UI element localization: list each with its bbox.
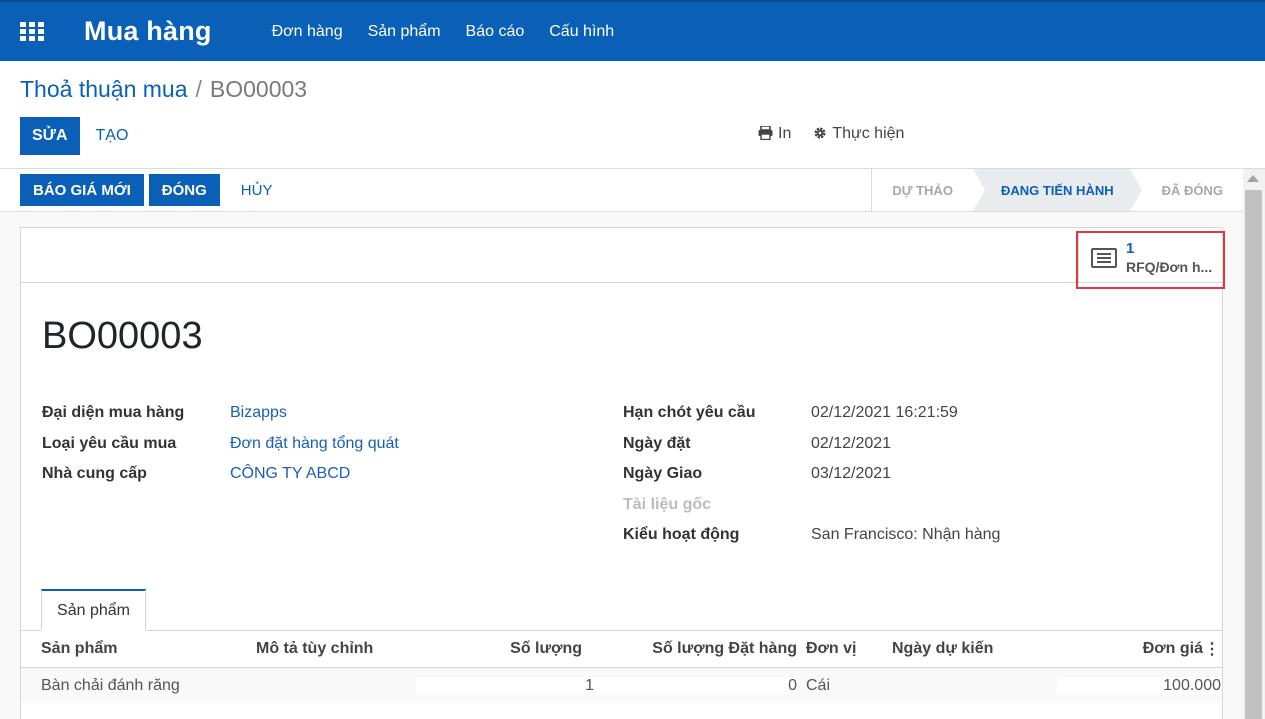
smart-button-box: 1 RFQ/Đơn h...: [21, 228, 1222, 283]
breadcrumb-parent-link[interactable]: Thoả thuận mua: [20, 76, 188, 103]
create-button[interactable]: TẠO: [84, 117, 141, 155]
top-navbar: Mua hàng Đơn hàng Sản phẩm Báo cáo Cấu h…: [0, 0, 1265, 61]
stage-draft[interactable]: DỰ THẢO: [872, 169, 973, 211]
field-label: Kiểu hoạt động: [623, 526, 740, 544]
menu-item-orders[interactable]: Đơn hàng: [272, 23, 343, 41]
edit-button[interactable]: SỬA: [20, 117, 80, 155]
deadline-value: 02/12/2021 16:21:59: [811, 404, 958, 422]
column-header-ordered-quantity[interactable]: Số lượng Đặt hàng: [582, 640, 797, 658]
status-stages: DỰ THẢO ĐANG TIẾN HÀNH ĐÃ ĐÓNG: [871, 169, 1243, 211]
left-field-group: Đại diện mua hàng Bizapps Loại yêu cầu m…: [42, 398, 399, 490]
column-header-quantity[interactable]: Số lượng: [416, 640, 582, 658]
representative-link[interactable]: Bizapps: [230, 404, 287, 422]
field-operation-type: Kiểu hoạt động San Francisco: Nhận hàng: [623, 520, 1000, 551]
column-header-unit-price[interactable]: Đơn giá: [1057, 640, 1203, 658]
scroll-up-arrow-icon[interactable]: [1247, 175, 1259, 182]
field-label: Nhà cung cấp: [42, 465, 147, 483]
field-purchase-representative: Đại diện mua hàng Bizapps: [42, 398, 399, 429]
field-deadline: Hạn chót yêu cầu 02/12/2021 16:21:59: [623, 398, 1000, 429]
form-sheet: 1 RFQ/Đơn h... BO00003 Đại diện mua hàng…: [20, 227, 1223, 719]
main-menu: Đơn hàng Sản phẩm Báo cáo Cấu hình: [272, 23, 640, 41]
print-label: In: [778, 125, 792, 142]
statusbar-buttons: BÁO GIÁ MỚI ĐÓNG HỦY: [20, 174, 284, 206]
right-field-group: Hạn chót yêu cầu 02/12/2021 16:21:59 Ngà…: [623, 398, 1000, 551]
field-source-document: Tài liệu gốc: [623, 490, 1000, 521]
breadcrumb-separator: /: [195, 76, 202, 102]
order-date-value: 02/12/2021: [811, 434, 892, 452]
product-lines-table: Sản phẩm Mô tả tùy chỉnh Số lượng Số lượ…: [21, 631, 1222, 703]
table-header: Sản phẩm Mô tả tùy chỉnh Số lượng Số lượ…: [21, 631, 1222, 668]
menu-item-reports[interactable]: Báo cáo: [466, 23, 525, 41]
delivery-date-value: 03/12/2021: [811, 465, 892, 483]
action-menus: In Thực hiện: [758, 124, 926, 143]
print-icon: [758, 124, 773, 143]
field-label: Ngày đặt: [623, 434, 691, 452]
menu-item-products[interactable]: Sản phẩm: [368, 23, 441, 41]
highlight-annotation-box: [1076, 231, 1225, 289]
field-order-date: Ngày đặt 02/12/2021: [623, 429, 1000, 460]
field-vendor: Nhà cung cấp CÔNG TY ABCD: [42, 459, 399, 490]
operation-type-value: San Francisco: Nhận hàng: [811, 526, 1001, 544]
field-label: Hạn chót yêu cầu: [623, 404, 756, 422]
agreement-type-link[interactable]: Đơn đặt hàng tổng quát: [230, 435, 399, 453]
app-title[interactable]: Mua hàng: [84, 16, 212, 47]
menu-item-configuration[interactable]: Cấu hình: [549, 23, 614, 41]
cancel-button[interactable]: HỦY: [229, 174, 285, 206]
notebook-tabs: Sản phẩm: [21, 589, 1222, 631]
field-delivery-date: Ngày Giao 03/12/2021: [623, 459, 1000, 490]
cell-quantity: 1: [416, 676, 594, 695]
tab-products[interactable]: Sản phẩm: [41, 589, 146, 631]
field-label: Ngày Giao: [623, 465, 703, 483]
field-agreement-type: Loại yêu cầu mua Đơn đặt hàng tổng quát: [42, 429, 399, 460]
field-label: Tài liệu gốc: [623, 495, 712, 513]
print-menu[interactable]: In: [758, 124, 792, 143]
column-header-scheduled-date[interactable]: Ngày dự kiến: [892, 640, 1057, 658]
column-header-product[interactable]: Sản phẩm: [21, 640, 256, 658]
form-buttons: SỬA TẠO: [20, 117, 140, 155]
cell-product: Bàn chải đánh răng: [41, 676, 180, 694]
vendor-link[interactable]: CÔNG TY ABCD: [230, 465, 350, 483]
column-header-unit[interactable]: Đơn vị: [797, 640, 892, 658]
scrollbar-thumb[interactable]: [1245, 190, 1262, 719]
optional-columns-icon[interactable]: ⋮: [1203, 639, 1221, 659]
cell-ordered-quantity: 0: [594, 676, 797, 695]
field-label: Loại yêu cầu mua: [42, 434, 177, 452]
control-panel: Thoả thuận mua / BO00003 SỬA TẠO In Thực…: [0, 61, 1265, 169]
action-menu[interactable]: Thực hiện: [813, 125, 904, 143]
stage-in-progress[interactable]: ĐANG TIẾN HÀNH: [972, 169, 1142, 211]
cell-unit: Cái: [806, 676, 831, 694]
breadcrumb: Thoả thuận mua / BO00003: [20, 76, 307, 103]
apps-menu-icon[interactable]: [20, 21, 44, 42]
record-title: BO00003: [42, 315, 203, 357]
gear-icon: [813, 126, 827, 143]
new-quotation-button[interactable]: BÁO GIÁ MỚI: [20, 174, 144, 206]
cell-unit-price: 100.000: [1057, 676, 1221, 695]
column-header-description[interactable]: Mô tả tùy chỉnh: [256, 640, 416, 658]
table-row[interactable]: Bàn chải đánh răng 1 0 Cái 100.000: [21, 668, 1222, 703]
action-label: Thực hiện: [832, 125, 905, 142]
close-button[interactable]: ĐÓNG: [148, 174, 220, 206]
breadcrumb-current: BO00003: [209, 76, 308, 102]
stage-closed[interactable]: ĐÃ ĐÓNG: [1142, 169, 1243, 211]
field-label: Đại diện mua hàng: [42, 404, 185, 422]
form-statusbar: BÁO GIÁ MỚI ĐÓNG HỦY DỰ THẢO ĐANG TIẾN H…: [0, 169, 1243, 212]
